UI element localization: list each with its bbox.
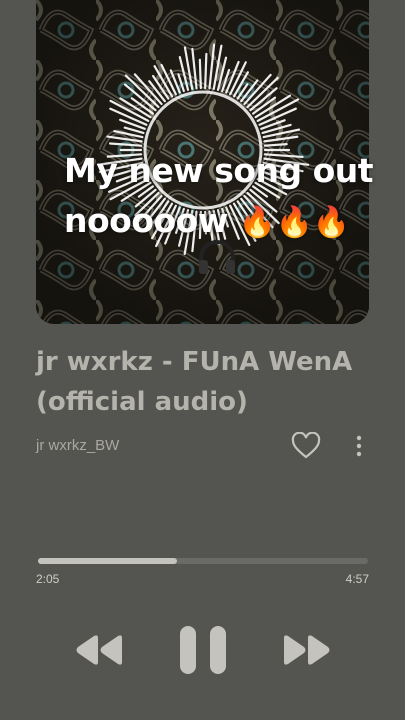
- artist-name[interactable]: jr wxrkz_BW: [36, 437, 119, 454]
- overlay-line-2-text: nooooow: [64, 201, 228, 240]
- progress-bar[interactable]: [38, 558, 368, 564]
- more-vertical-icon[interactable]: [352, 434, 366, 458]
- artwork-overlay-text: My new song out nooooow 🔥🔥🔥: [64, 146, 394, 248]
- next-button[interactable]: [278, 630, 334, 670]
- pause-button[interactable]: [176, 624, 230, 676]
- previous-button[interactable]: [72, 630, 128, 670]
- elapsed-time: 2:05: [36, 572, 60, 586]
- next-icon: [284, 635, 330, 665]
- pause-icon: [180, 626, 226, 674]
- previous-icon: [76, 635, 122, 665]
- visualizer-bar: [204, 52, 208, 90]
- track-title: jr wxrkz - FUnA WenA (official audio): [36, 347, 353, 417]
- fire-emoji: 🔥🔥🔥: [238, 205, 350, 240]
- overlay-line-1: My new song out: [64, 151, 374, 190]
- progress-fill: [38, 558, 177, 564]
- visualizer-bar: [198, 58, 202, 90]
- overlay-line-2: nooooow 🔥🔥🔥: [64, 196, 394, 248]
- total-time: 4:57: [345, 572, 369, 586]
- heart-icon[interactable]: [291, 432, 321, 460]
